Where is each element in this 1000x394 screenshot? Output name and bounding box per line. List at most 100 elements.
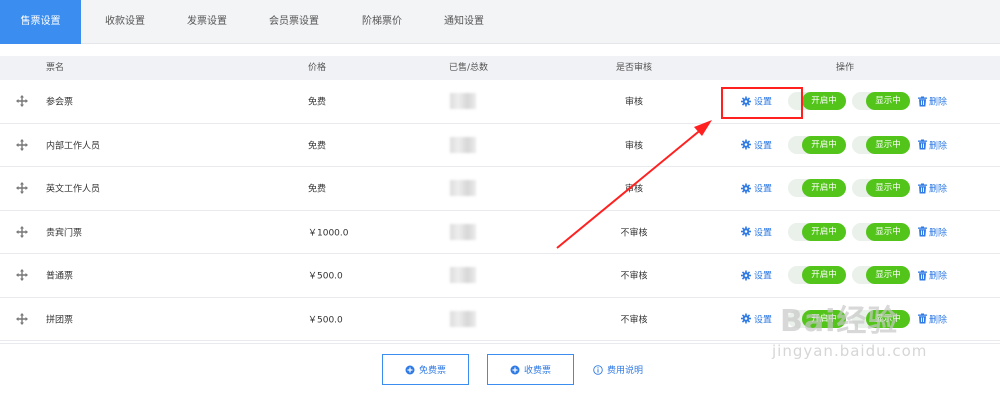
add-paid-ticket-label: 收费票 — [523, 366, 551, 376]
open-toggle[interactable]: 开启中 — [788, 135, 846, 154]
tab-tiered-pricing[interactable]: 阶梯票价 — [341, 0, 423, 44]
add-paid-ticket-button[interactable]: 收费票 — [487, 354, 574, 385]
drag-handle-icon[interactable] — [16, 312, 28, 325]
drag-handle-icon[interactable] — [16, 95, 28, 108]
ticket-name: 普通票 — [46, 271, 74, 282]
tab-notification-settings[interactable]: 通知设置 — [424, 0, 504, 44]
display-toggle[interactable]: 显示中 — [852, 222, 910, 241]
display-state-label: 显示中 — [866, 135, 910, 154]
open-toggle[interactable]: 开启中 — [788, 179, 846, 198]
open-state-label: 开启中 — [802, 179, 846, 198]
trash-icon — [918, 270, 927, 281]
ticket-price: ￥500.0 — [308, 315, 343, 326]
audit-status: 审核 — [624, 97, 643, 108]
drag-handle-icon[interactable] — [16, 138, 28, 151]
tab-ticket-settings[interactable]: 售票设置 — [0, 0, 81, 44]
info-icon — [593, 364, 603, 375]
open-toggle[interactable]: 开启中 — [788, 222, 846, 241]
table-header: 票名 价格 已售/总数 是否审核 操作 — [0, 56, 1000, 80]
sold-total-redacted — [450, 310, 476, 327]
column-header-actions: 操作 — [836, 63, 855, 73]
drag-handle-icon[interactable] — [16, 225, 28, 238]
table-row: 内部工作人员 免费 审核 设置 开启中 显示中 删除 — [0, 123, 1000, 167]
trash-icon — [918, 226, 927, 237]
settings-link[interactable]: 设置 — [741, 95, 772, 108]
drag-handle-icon[interactable] — [16, 182, 28, 195]
table-row: 参会票 免费 审核 设置 开启中 显示中 删除 — [0, 80, 1000, 124]
column-header-audit: 是否审核 — [616, 63, 653, 73]
ticket-table: 票名 价格 已售/总数 是否审核 操作 参会票 免费 审核 设置 开启中 显示中… — [0, 56, 1000, 341]
open-toggle[interactable]: 开启中 — [788, 92, 846, 111]
fee-info-label: 费用说明 — [607, 366, 644, 376]
display-state-label: 显示中 — [866, 309, 910, 328]
tab-payment-settings[interactable]: 收款设置 — [85, 0, 165, 44]
open-state-label: 开启中 — [802, 309, 846, 328]
audit-status: 不审核 — [620, 228, 648, 239]
column-header-sold-total: 已售/总数 — [449, 63, 489, 73]
gear-icon — [741, 96, 751, 107]
delete-link[interactable]: 删除 — [918, 182, 947, 195]
delete-label: 删除 — [929, 141, 948, 152]
display-state-label: 显示中 — [866, 92, 910, 111]
ticket-price: 免费 — [308, 141, 327, 152]
delete-link[interactable]: 删除 — [918, 225, 947, 238]
fee-info-link[interactable]: 费用说明 — [593, 363, 643, 376]
trash-icon — [918, 183, 927, 194]
ticket-price: ￥1000.0 — [308, 228, 349, 239]
table-row: 贵宾门票 ￥1000.0 不审核 设置 开启中 显示中 删除 — [0, 210, 1000, 254]
audit-status: 审核 — [624, 184, 643, 195]
gear-icon — [741, 313, 751, 324]
sold-total-redacted — [450, 180, 476, 197]
ticket-name: 贵宾门票 — [46, 228, 83, 239]
gear-icon — [741, 183, 751, 194]
add-free-ticket-button[interactable]: 免费票 — [382, 354, 469, 385]
display-toggle[interactable]: 显示中 — [852, 266, 910, 285]
delete-label: 删除 — [929, 97, 948, 108]
audit-status: 不审核 — [620, 271, 648, 282]
display-toggle[interactable]: 显示中 — [852, 135, 910, 154]
delete-link[interactable]: 删除 — [918, 95, 947, 108]
sold-total-redacted — [450, 267, 476, 284]
display-toggle[interactable]: 显示中 — [852, 309, 910, 328]
delete-link[interactable]: 删除 — [918, 138, 947, 151]
tab-member-ticket-settings[interactable]: 会员票设置 — [248, 0, 340, 44]
table-row: 拼团票 ￥500.0 不审核 设置 开启中 显示中 删除 — [0, 297, 1000, 341]
display-state-label: 显示中 — [866, 222, 910, 241]
tab-bar: 售票设置 收款设置 发票设置 会员票设置 阶梯票价 通知设置 — [0, 0, 1000, 44]
open-state-label: 开启中 — [802, 92, 846, 111]
settings-label: 设置 — [754, 184, 773, 195]
ticket-name: 内部工作人员 — [46, 141, 101, 152]
drag-handle-icon[interactable] — [16, 269, 28, 282]
ticket-price: 免费 — [308, 97, 327, 108]
sold-total-redacted — [450, 223, 476, 240]
audit-status: 不审核 — [620, 315, 648, 326]
open-toggle[interactable]: 开启中 — [788, 266, 846, 285]
column-header-price: 价格 — [308, 63, 327, 73]
settings-link[interactable]: 设置 — [741, 269, 772, 282]
ticket-name: 参会票 — [46, 97, 74, 108]
plus-circle-icon — [405, 365, 415, 374]
settings-link[interactable]: 设置 — [741, 225, 772, 238]
delete-link[interactable]: 删除 — [918, 269, 947, 282]
settings-label: 设置 — [754, 315, 773, 326]
display-state-label: 显示中 — [866, 179, 910, 198]
open-state-label: 开启中 — [802, 266, 846, 285]
settings-label: 设置 — [754, 271, 773, 282]
gear-icon — [741, 226, 751, 237]
delete-link[interactable]: 删除 — [918, 312, 947, 325]
trash-icon — [918, 96, 927, 107]
table-row: 普通票 ￥500.0 不审核 设置 开启中 显示中 删除 — [0, 254, 1000, 298]
settings-link[interactable]: 设置 — [741, 138, 772, 151]
display-toggle[interactable]: 显示中 — [852, 179, 910, 198]
ticket-price: 免费 — [308, 184, 327, 195]
sold-total-redacted — [450, 93, 476, 110]
settings-link[interactable]: 设置 — [741, 312, 772, 325]
tab-invoice-settings[interactable]: 发票设置 — [167, 0, 247, 44]
open-toggle[interactable]: 开启中 — [788, 309, 846, 328]
ticket-price: ￥500.0 — [308, 271, 343, 282]
display-toggle[interactable]: 显示中 — [852, 92, 910, 111]
delete-label: 删除 — [929, 228, 948, 239]
delete-label: 删除 — [929, 271, 948, 282]
settings-link[interactable]: 设置 — [741, 182, 772, 195]
column-header-name: 票名 — [46, 63, 65, 73]
